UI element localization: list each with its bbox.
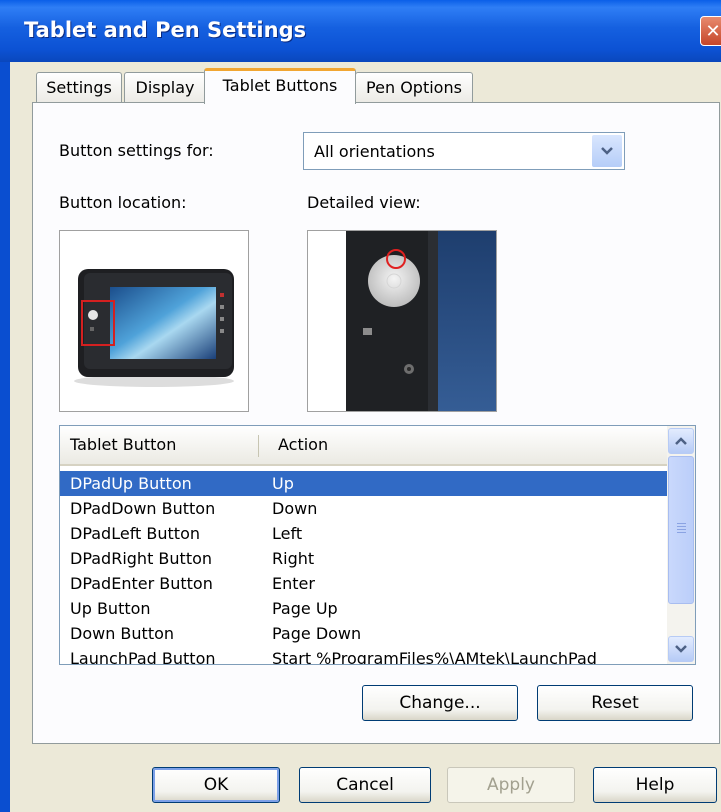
ok-button[interactable]: OK (152, 767, 280, 803)
close-icon: ✕ (705, 21, 721, 41)
detailed-view-label: Detailed view: (307, 193, 421, 212)
list-item[interactable]: DPadRight Button Right (60, 546, 667, 571)
list-item[interactable]: DPadUp Button Up (60, 471, 667, 496)
tab-pen-options[interactable]: Pen Options (355, 72, 473, 102)
row-action: Down (272, 499, 318, 518)
scrollbar-thumb[interactable] (668, 456, 694, 604)
button-location-image (59, 230, 249, 412)
chevron-down-icon[interactable] (668, 636, 694, 662)
row-button-name: LaunchPad Button (70, 649, 216, 665)
column-header-tablet-button[interactable]: Tablet Button (70, 426, 176, 464)
title-bar: Tablet and Pen Settings ✕ (0, 0, 721, 62)
close-button[interactable]: ✕ (700, 16, 721, 46)
tab-label: Pen Options (366, 78, 462, 97)
chevron-up-icon[interactable] (668, 428, 694, 454)
button-location-label: Button location: (59, 193, 187, 212)
tablet-button-list[interactable]: Tablet Button Action DPadUp Button Up DPa… (59, 425, 696, 665)
chevron-down-icon[interactable] (592, 135, 622, 167)
row-action: Enter (272, 574, 315, 593)
list-item[interactable]: Down Button Page Down (60, 621, 667, 646)
list-item[interactable]: DPadEnter Button Enter (60, 571, 667, 596)
button-settings-label: Button settings for: (59, 141, 214, 160)
window-title: Tablet and Pen Settings (24, 18, 307, 42)
row-button-name: DPadUp Button (70, 474, 192, 493)
row-button-name: DPadDown Button (70, 499, 216, 518)
column-header-action[interactable]: Action (278, 426, 328, 464)
reset-button[interactable]: Reset (537, 685, 693, 721)
window-frame-left (0, 62, 10, 812)
list-item[interactable]: DPadLeft Button Left (60, 521, 667, 546)
cancel-button[interactable]: Cancel (299, 767, 431, 803)
row-button-name: DPadLeft Button (70, 524, 200, 543)
row-button-name: Down Button (70, 624, 175, 643)
row-action: Right (272, 549, 315, 568)
row-action: Page Up (272, 599, 338, 618)
tab-tablet-buttons[interactable]: Tablet Buttons (204, 68, 356, 104)
vertical-scrollbar[interactable] (667, 426, 695, 664)
row-action: Left (272, 524, 303, 543)
help-button[interactable]: Help (593, 767, 717, 803)
tab-display[interactable]: Display (124, 72, 206, 102)
detailed-view-image (307, 230, 497, 412)
row-button-name: DPadRight Button (70, 549, 213, 568)
list-item[interactable]: Up Button Page Up (60, 596, 667, 621)
row-action: Page Down (272, 624, 362, 643)
tab-label: Tablet Buttons (222, 76, 338, 95)
list-rows: DPadUp Button Up DPadDown Button Down DPad… (60, 471, 667, 665)
change-button[interactable]: Change... (362, 685, 518, 721)
row-button-name: Up Button (70, 599, 151, 618)
column-separator[interactable] (258, 435, 259, 457)
list-item[interactable]: DPadDown Button Down (60, 496, 667, 521)
list-item[interactable]: LaunchPad Button Start %ProgramFiles%\AMt… (60, 646, 667, 665)
tab-settings[interactable]: Settings (36, 72, 122, 102)
tab-label: Display (135, 78, 195, 97)
row-button-name: DPadEnter Button (70, 574, 213, 593)
apply-button: Apply (447, 767, 575, 803)
orientation-select[interactable]: All orientations (303, 132, 625, 170)
list-header: Tablet Button Action (60, 426, 667, 466)
row-action: Start %ProgramFiles%\AMtek\LaunchPad (272, 649, 597, 665)
tab-label: Settings (46, 78, 112, 97)
row-action: Up (272, 474, 294, 493)
orientation-value: All orientations (314, 142, 435, 161)
